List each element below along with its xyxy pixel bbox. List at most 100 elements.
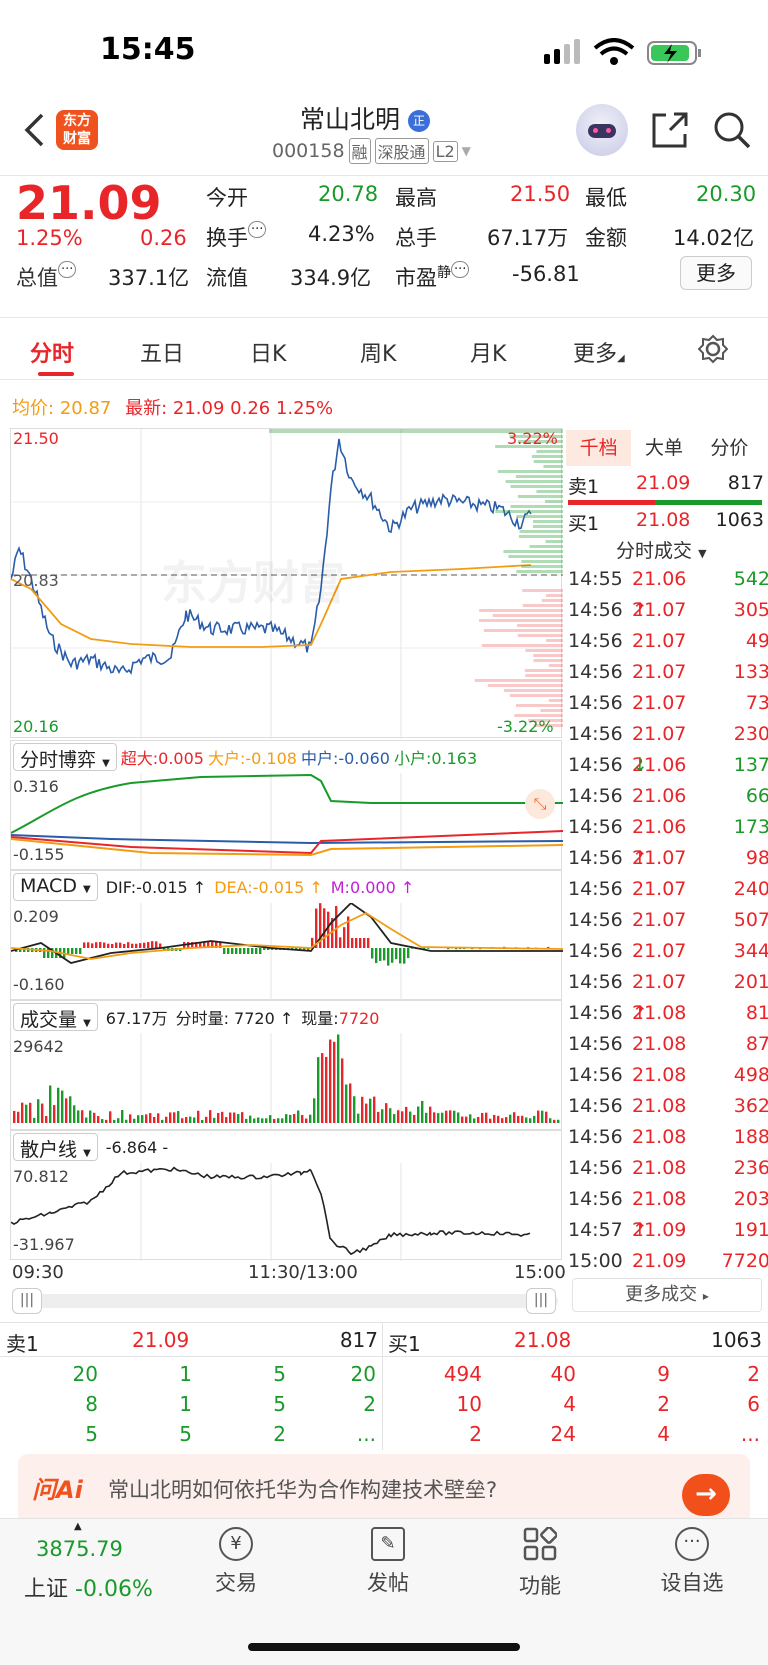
tab-intraday[interactable]: 分时 [30,336,74,368]
tab-more[interactable]: 更多◢ [573,336,625,368]
index-row[interactable]: 上证 -0.06% [24,1571,153,1603]
back-icon[interactable] [22,112,46,148]
robot-avatar-icon[interactable] [576,104,628,156]
macd-histogram-bar [95,942,98,948]
retail-selector[interactable]: 散户线 ▼ [13,1133,98,1161]
tab-5day[interactable]: 五日 [140,336,184,368]
chevron-down-icon[interactable]: ▼ [462,144,471,158]
stock-name-text: 常山北明 [300,105,401,134]
last-price: 21.09 [16,176,162,230]
share-icon[interactable] [650,110,690,150]
sell1-price: 21.09 [636,472,691,494]
game-super: 超大:0.005 [120,749,204,768]
index-value[interactable]: 3875.79 [36,1537,123,1561]
macd-histogram-bar [103,942,106,948]
macd-chart-svg [11,903,563,1001]
tab-daily[interactable]: 日K [250,336,286,368]
search-icon[interactable] [712,110,752,150]
volume-selector[interactable]: 成交量 ▼ [13,1003,98,1031]
volume-bar [385,1103,388,1123]
volume-header: 成交量 ▼ 67.17万 分时量: 7720 ↑ 现量:7720 [13,1003,379,1031]
ai-bar[interactable]: 问Ai 常山北明如何依托华为合作构建技术壁垒? → [18,1454,750,1520]
time-open: 09:30 [12,1262,64,1283]
intraday-chart[interactable]: 21.50 20.16 20.83 3.22% -3.22% 东方财富 [10,428,563,739]
index-pct: -0.06% [75,1577,153,1602]
avg-value: 20.87 [59,398,112,419]
toolbar-functions[interactable]: 功能 [480,1526,600,1600]
macd-histogram-bar [371,948,374,959]
expand-icon[interactable]: ⤡ [525,789,555,819]
tick-row: 14:56 21.08 188 [568,1126,768,1157]
toolbar-watchlist[interactable]: ··· 设自选 [632,1527,752,1597]
tick-volume: 7720 [721,1250,768,1272]
macd-panel[interactable]: MACD ▼ DIF:-0.015 ↑ DEA:-0.015 ↑ M:0.000… [10,870,563,1001]
volume-bar [357,1113,360,1123]
depth-bar-ask [505,480,563,483]
volume-bar [129,1114,132,1123]
volume-bar [205,1116,208,1123]
more-ticks-button[interactable]: 更多成交 ▸ [572,1278,762,1312]
toolbar-functions-label: 功能 [519,1574,561,1598]
total-value: 337.1亿 [108,266,190,290]
game-selector[interactable]: 分时博弈 ▼ [13,743,117,771]
tick-price-value: 21.07 [632,630,687,652]
tab-qiandang[interactable]: 千档 [566,430,632,466]
tick-time: 14:56 [568,661,623,683]
tick-time: 14:56 [568,754,623,776]
retail-ymin: -31.967 [13,1235,75,1254]
scroll-handle-left[interactable]: ||| [12,1288,42,1314]
tick-volume: 49 [745,630,768,652]
depth-bar-ask [519,530,563,533]
depth-bar-bid [533,659,563,662]
macd-histogram-bar [91,943,94,948]
volume-bar [145,1114,148,1123]
buy1-price: 21.08 [636,509,691,531]
amount-value: 14.02亿 [673,226,755,250]
tab-monthly[interactable]: 月K [470,336,506,368]
info-icon[interactable]: ··· [248,221,267,238]
volume-bar [45,1115,48,1123]
retail-panel[interactable]: 散户线 ▼ -6.864 - 70.812 -31.967 [10,1130,562,1261]
info-icon[interactable]: ··· [58,261,77,278]
settings-gear-icon[interactable] [698,334,728,364]
arrow-right-icon[interactable]: → [682,1474,730,1516]
tick-volume: 191 [733,1219,768,1241]
tick-price-value: 21.08 [632,1188,687,1210]
stock-name: 常山北明 正 [300,100,430,136]
tick-time: 14:56 [568,1002,623,1024]
depth-bar-bid [522,589,563,592]
chart-scrollbar[interactable]: ||| ||| [12,1288,558,1314]
macd-histogram-bar [367,938,370,948]
depth-bar-bid [517,634,563,637]
volume-panel[interactable]: 成交量 ▼ 67.17万 分时量: 7720 ↑ 现量:7720 29642 [10,1000,562,1131]
tick-time: 14:56 [568,909,623,931]
more-button[interactable]: 更多 [680,256,752,290]
tick-time: 14:56 [568,1126,623,1148]
ticks-title[interactable]: 分时成交 ▼ [616,536,707,563]
tick-price-value: 21.06 [632,785,687,807]
tab-fenjia[interactable]: 分价 [697,430,762,466]
macd-selector[interactable]: MACD ▼ [13,873,98,901]
macd-histogram-bar [79,948,82,954]
tick-row: 14:55 21.06 542 [568,568,768,599]
toolbar-trade[interactable]: ¥ 交易 [176,1527,296,1597]
info-icon[interactable]: ··· [451,261,470,278]
macd-m: M:0.000 ↑ [330,877,415,897]
volume-bar [553,1119,556,1123]
y-mid-label: 20.83 [13,571,59,590]
game-panel[interactable]: 分时博弈 ▼ 超大:0.005 大户:-0.108 中户:-0.060 小户:0… [10,740,563,871]
line-small-retail [11,773,563,834]
latest-pct: 1.25% [275,398,334,419]
tick-volume: 507 [733,909,768,931]
depth-bar-bid [487,684,563,687]
volume-bar [69,1096,72,1123]
tab-weekly[interactable]: 周K [360,336,396,368]
tab-dadan[interactable]: 大单 [631,430,696,466]
buy1-vol: 1063 [715,509,764,531]
vol-now-label: 现量: [301,1009,339,1028]
volume-bar [277,1118,280,1123]
scroll-handle-right[interactable]: ||| [526,1288,556,1314]
tick-row: 14:56 21.08 362 [568,1095,768,1126]
queue-cell: 9 [657,1362,670,1386]
toolbar-post[interactable]: ✎ 发帖 [328,1527,448,1597]
